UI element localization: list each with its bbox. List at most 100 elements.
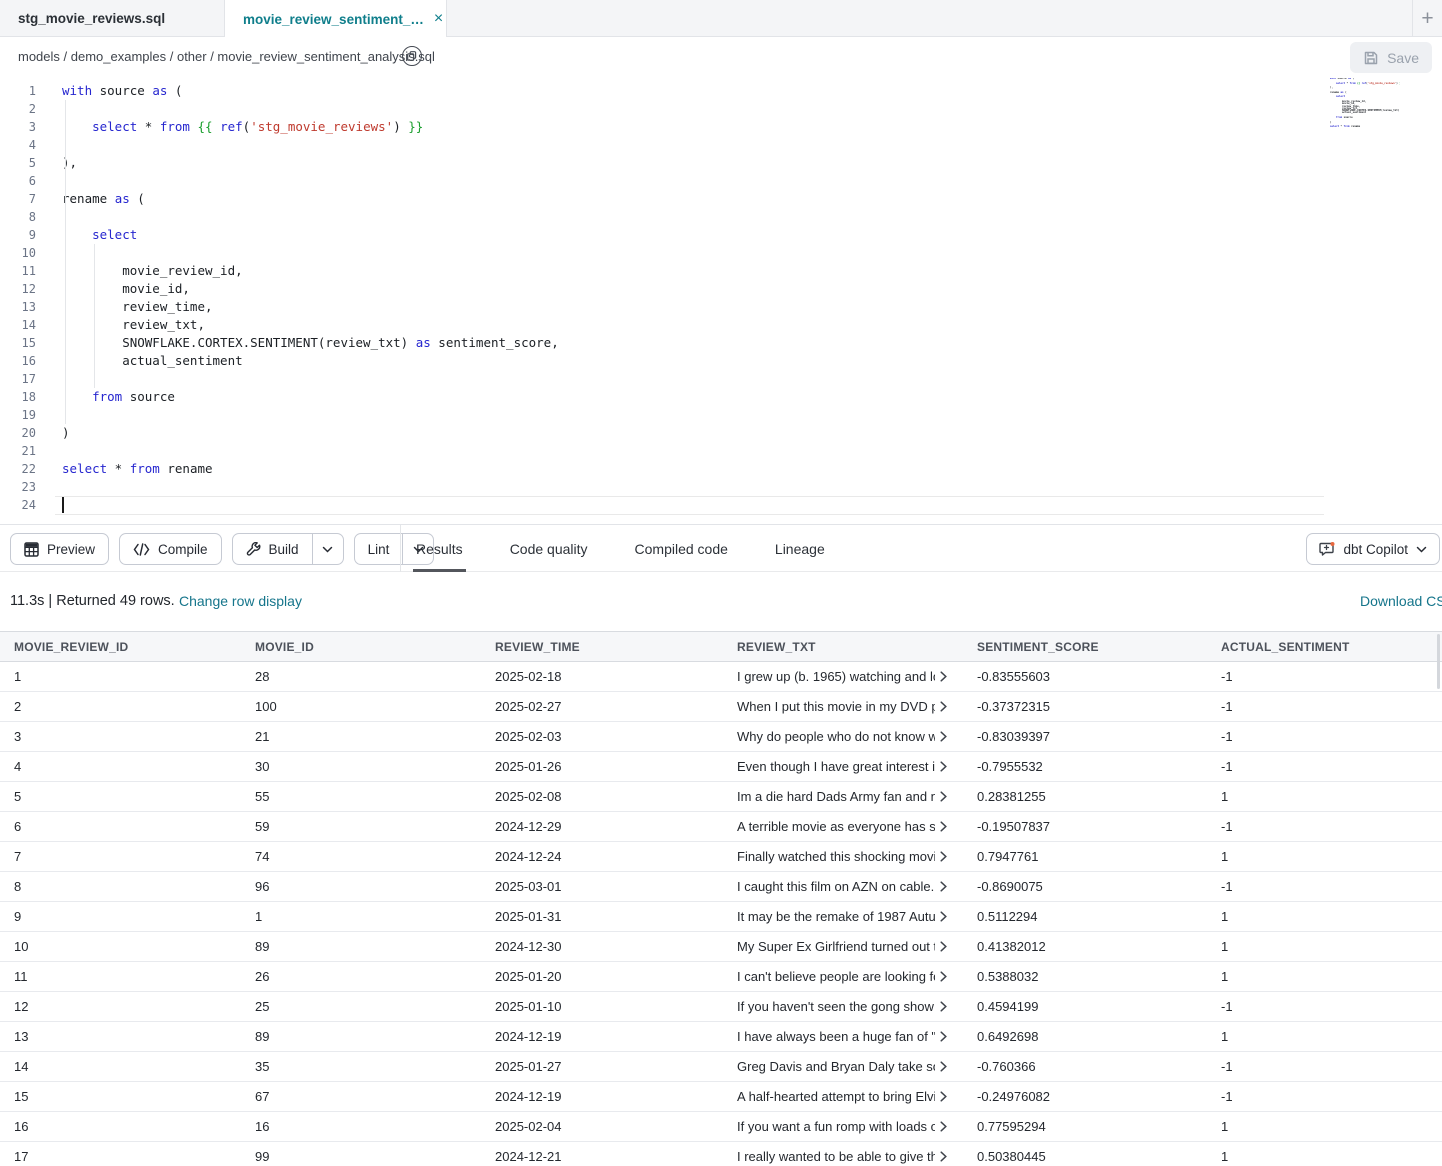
code-line[interactable]: 3 select * from {{ ref('stg_movie_review… bbox=[0, 118, 1442, 136]
expand-cell-icon[interactable] bbox=[940, 1121, 947, 1132]
minimap[interactable]: with source as ( select * from {{ ref('s… bbox=[1330, 78, 1400, 136]
copy-path-icon[interactable] bbox=[402, 46, 422, 66]
code-line[interactable]: 21 bbox=[0, 442, 1442, 460]
line-number: 16 bbox=[0, 352, 36, 370]
expand-cell-icon[interactable] bbox=[940, 731, 947, 742]
table-row: 12252025-01-10If you haven't seen the go… bbox=[0, 992, 1442, 1022]
expand-cell-icon[interactable] bbox=[940, 701, 947, 712]
table-cell: 17 bbox=[0, 1142, 241, 1166]
code-line[interactable]: 5), bbox=[0, 154, 1442, 172]
expand-cell-icon[interactable] bbox=[940, 971, 947, 982]
indent-guide bbox=[65, 100, 66, 424]
dbt-copilot-button[interactable]: dbt Copilot bbox=[1306, 533, 1440, 565]
expand-cell-icon[interactable] bbox=[940, 911, 947, 922]
column-header[interactable]: SENTIMENT_SCORE bbox=[963, 632, 1207, 661]
expand-cell-icon[interactable] bbox=[940, 1031, 947, 1042]
vertical-scrollbar[interactable] bbox=[1437, 634, 1440, 689]
table-cell: 12 bbox=[0, 992, 241, 1021]
expand-cell-icon[interactable] bbox=[940, 851, 947, 862]
tab-code-quality[interactable]: Code quality bbox=[507, 525, 591, 572]
download-csv-link[interactable]: Download CSV bbox=[1360, 593, 1442, 609]
expand-cell-icon[interactable] bbox=[940, 1151, 947, 1162]
table-cell: 0.50380445 bbox=[963, 1142, 1207, 1166]
tab-stg-movie-reviews[interactable]: stg_movie_reviews.sql bbox=[0, 0, 225, 37]
floppy-disk-icon bbox=[1363, 50, 1379, 66]
code-line[interactable]: 13 review_time, bbox=[0, 298, 1442, 316]
tab-movie-review-sentiment[interactable]: movie_review_sentiment_… × bbox=[225, 0, 447, 38]
expand-cell-icon[interactable] bbox=[940, 1091, 947, 1102]
table-cell: 0.4594199 bbox=[963, 992, 1207, 1021]
expand-cell-icon[interactable] bbox=[940, 941, 947, 952]
lint-button[interactable]: Lint bbox=[355, 534, 403, 564]
preview-label: Preview bbox=[47, 542, 95, 557]
code-text: with source as ( bbox=[62, 82, 182, 100]
code-text: rename as ( bbox=[62, 190, 145, 208]
column-header[interactable]: ACTUAL_SENTIMENT bbox=[1207, 632, 1442, 661]
code-line[interactable]: 10 bbox=[0, 244, 1442, 262]
code-line[interactable]: 14 review_txt, bbox=[0, 316, 1442, 334]
expand-cell-icon[interactable] bbox=[940, 1001, 947, 1012]
tab-compiled-code[interactable]: Compiled code bbox=[632, 525, 731, 572]
code-line[interactable]: 4 bbox=[0, 136, 1442, 154]
code-line[interactable]: 16 actual_sentiment bbox=[0, 352, 1442, 370]
close-icon[interactable]: × bbox=[434, 11, 443, 27]
table-cell: My Super Ex Girlfriend turned out to b… bbox=[723, 932, 963, 961]
code-text: from source bbox=[62, 388, 175, 406]
code-line[interactable]: 15 SNOWFLAKE.CORTEX.SENTIMENT(review_txt… bbox=[0, 334, 1442, 352]
table-row: 3212025-02-03Why do people who do not kn… bbox=[0, 722, 1442, 752]
compile-button[interactable]: Compile bbox=[119, 533, 222, 565]
line-number: 5 bbox=[0, 154, 36, 172]
code-line[interactable]: 6 bbox=[0, 172, 1442, 190]
code-line[interactable]: 23 bbox=[0, 478, 1442, 496]
tab-lineage[interactable]: Lineage bbox=[772, 525, 828, 572]
code-line[interactable]: 18 from source bbox=[0, 388, 1442, 406]
change-row-display-link[interactable]: Change row display bbox=[179, 593, 302, 609]
column-header[interactable]: MOVIE_ID bbox=[241, 632, 481, 661]
column-header[interactable]: REVIEW_TIME bbox=[481, 632, 723, 661]
tab-bar-spacer bbox=[447, 0, 1412, 36]
build-dropdown[interactable] bbox=[312, 534, 343, 564]
table-header: MOVIE_REVIEW_ID MOVIE_ID REVIEW_TIME REV… bbox=[0, 631, 1442, 662]
code-line[interactable]: 2 bbox=[0, 100, 1442, 118]
table-row: 13892024-12-19I have always been a huge … bbox=[0, 1022, 1442, 1052]
table-cell: -0.37372315 bbox=[963, 692, 1207, 721]
code-line[interactable]: 1 with source as ( bbox=[0, 82, 1442, 100]
expand-cell-icon[interactable] bbox=[940, 761, 947, 772]
expand-cell-icon[interactable] bbox=[940, 881, 947, 892]
preview-button[interactable]: Preview bbox=[10, 533, 109, 565]
table-cell: I grew up (b. 1965) watching and lovin… bbox=[723, 662, 963, 691]
indent-guide bbox=[94, 244, 95, 388]
new-tab-button[interactable]: + bbox=[1413, 0, 1442, 37]
active-line-highlight bbox=[55, 496, 1324, 515]
line-number: 23 bbox=[0, 478, 36, 496]
code-line[interactable]: 9 select bbox=[0, 226, 1442, 244]
save-button[interactable]: Save bbox=[1350, 42, 1432, 73]
line-number: 14 bbox=[0, 316, 36, 334]
expand-cell-icon[interactable] bbox=[940, 791, 947, 802]
build-button[interactable]: Build bbox=[233, 534, 312, 564]
code-line[interactable]: 11 movie_review_id, bbox=[0, 262, 1442, 280]
code-line[interactable]: 12 movie_id, bbox=[0, 280, 1442, 298]
code-line[interactable]: 20) bbox=[0, 424, 1442, 442]
expand-cell-icon[interactable] bbox=[940, 671, 947, 682]
tab-results[interactable]: Results bbox=[413, 525, 466, 572]
line-number: 1 bbox=[0, 82, 36, 100]
code-line[interactable]: 19 bbox=[0, 406, 1442, 424]
code-line[interactable]: 17 bbox=[0, 370, 1442, 388]
table-row: 5552025-02-08Im a die hard Dads Army fan… bbox=[0, 782, 1442, 812]
expand-cell-icon[interactable] bbox=[940, 821, 947, 832]
code-line[interactable]: 7rename as ( bbox=[0, 190, 1442, 208]
table-row: 11262025-01-20I can't believe people are… bbox=[0, 962, 1442, 992]
code-line[interactable]: 8 bbox=[0, 208, 1442, 226]
table-cell: 1 bbox=[1207, 1022, 1442, 1051]
code-editor[interactable]: 1 with source as (23 select * from {{ ref… bbox=[0, 78, 1442, 524]
code-line[interactable]: 22select * from rename bbox=[0, 460, 1442, 478]
column-header[interactable]: MOVIE_REVIEW_ID bbox=[0, 632, 241, 661]
table-cell: 7 bbox=[0, 842, 241, 871]
expand-cell-icon[interactable] bbox=[940, 1061, 947, 1072]
line-number: 10 bbox=[0, 244, 36, 262]
code-text: SNOWFLAKE.CORTEX.SENTIMENT(review_txt) a… bbox=[62, 334, 559, 352]
copilot-label: dbt Copilot bbox=[1343, 542, 1408, 557]
column-header[interactable]: REVIEW_TXT bbox=[723, 632, 963, 661]
table-cell: -1 bbox=[1207, 812, 1442, 841]
